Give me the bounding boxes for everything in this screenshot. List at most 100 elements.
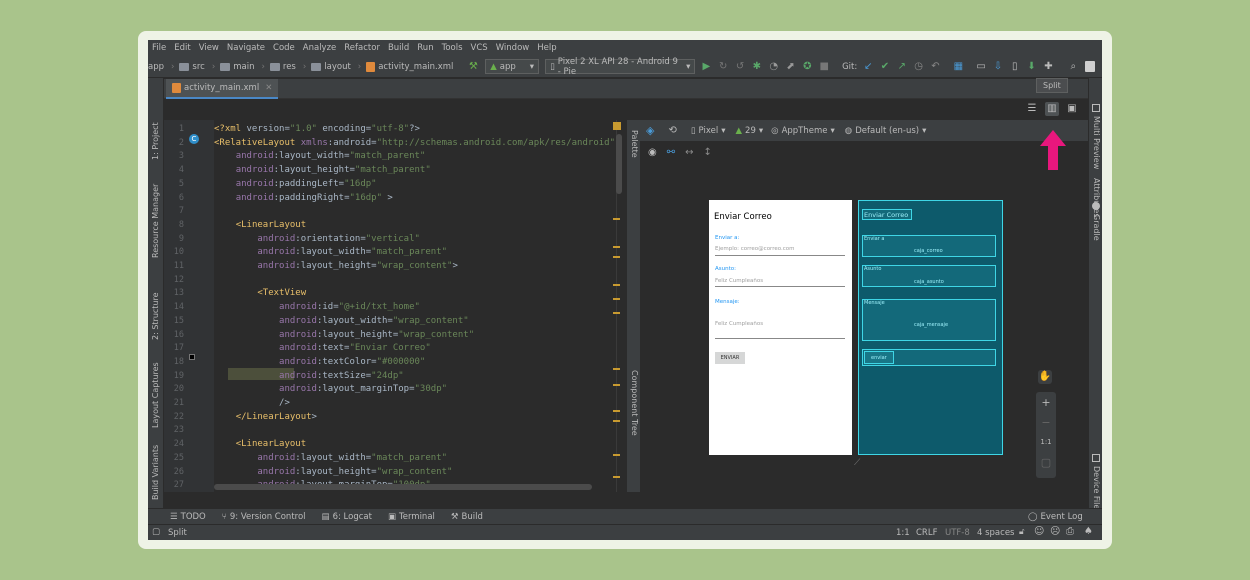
git-commit-icon[interactable]: ✔ bbox=[880, 61, 890, 72]
split-view-icon[interactable]: ▥ bbox=[1045, 102, 1059, 116]
build-variants-tool-tab[interactable]: Build Variants bbox=[151, 445, 160, 500]
todo-tool-tab[interactable]: ☰ TODO bbox=[170, 512, 206, 522]
assistant-icon[interactable]: ✚ bbox=[1044, 61, 1054, 72]
event-log-tool-tab[interactable]: ◯ Event Log bbox=[1028, 512, 1083, 522]
zoom-actual-size-button[interactable]: 1:1 bbox=[1036, 438, 1056, 446]
change-marker[interactable] bbox=[613, 284, 620, 286]
warning-marker[interactable] bbox=[613, 122, 621, 130]
editor-vertical-scrollbar[interactable] bbox=[613, 120, 626, 492]
menu-help[interactable]: Help bbox=[537, 43, 556, 53]
locale-dropdown[interactable]: Default (en-us) bbox=[855, 126, 919, 136]
change-marker[interactable] bbox=[613, 246, 620, 248]
avatar[interactable] bbox=[1085, 61, 1095, 72]
zoom-out-icon[interactable]: − bbox=[1036, 416, 1056, 429]
debug-icon[interactable]: ✱ bbox=[752, 61, 762, 72]
menu-file[interactable]: File bbox=[152, 43, 166, 53]
breadcrumb-res[interactable]: res bbox=[269, 62, 296, 72]
multi-preview-tool-tab[interactable]: Multi Preview bbox=[1092, 116, 1101, 169]
editor-horizontal-scrollbar[interactable] bbox=[214, 484, 592, 490]
blueprint-preview[interactable]: Enviar Correo Enviar a caja_correo Asunt… bbox=[858, 200, 1003, 455]
breadcrumb-file[interactable]: activity_main.xml bbox=[366, 61, 453, 72]
change-marker[interactable] bbox=[613, 420, 620, 422]
eye-icon[interactable]: ◉ bbox=[648, 147, 657, 158]
attach-debugger-icon[interactable]: ⬈ bbox=[786, 61, 796, 72]
change-marker[interactable] bbox=[613, 368, 620, 370]
menu-refactor[interactable]: Refactor bbox=[344, 43, 380, 53]
layout-captures-tool-tab[interactable]: Layout Captures bbox=[151, 362, 160, 428]
run-config-select[interactable]: ▲ app ▾ bbox=[485, 59, 540, 74]
close-icon[interactable]: ✕ bbox=[265, 83, 272, 93]
git-push-icon[interactable]: ↗ bbox=[897, 61, 907, 72]
magnet-icon[interactable]: ⚯ bbox=[667, 147, 675, 158]
terminal-tool-tab[interactable]: ▣ Terminal bbox=[388, 512, 435, 522]
scroll-thumb[interactable] bbox=[616, 134, 622, 194]
design-view-icon[interactable]: ▣ bbox=[1065, 102, 1079, 116]
change-marker[interactable] bbox=[613, 218, 620, 220]
palette-tool-tab[interactable]: Palette bbox=[630, 130, 639, 158]
zoom-fit-icon[interactable]: ▢ bbox=[1036, 456, 1056, 469]
horizontal-guide-icon[interactable]: ↔ bbox=[685, 147, 693, 158]
vertical-guide-icon[interactable]: ↕ bbox=[704, 147, 712, 158]
change-marker[interactable] bbox=[613, 410, 620, 412]
menu-run[interactable]: Run bbox=[417, 43, 433, 53]
class-icon[interactable]: C bbox=[189, 134, 199, 144]
menu-edit[interactable]: Edit bbox=[174, 43, 190, 53]
structure-tool-tab[interactable]: 2: Structure bbox=[151, 292, 160, 340]
resource-manager-tool-tab[interactable]: Resource Manager bbox=[151, 184, 160, 258]
indent-setting[interactable]: 4 spaces bbox=[977, 528, 1014, 538]
file-encoding[interactable]: UTF-8 bbox=[945, 528, 970, 538]
change-marker[interactable] bbox=[613, 256, 620, 258]
component-tree-tool-tab[interactable]: Component Tree bbox=[630, 370, 639, 436]
orientation-icon[interactable]: ⟲ bbox=[668, 125, 676, 136]
history-icon[interactable]: ◷ bbox=[914, 61, 924, 72]
avd-manager-icon[interactable]: ▯ bbox=[1010, 61, 1020, 72]
design-preview[interactable]: Enviar Correo Enviar a: Ejemplo: correo@… bbox=[709, 200, 852, 455]
version-control-tool-tab[interactable]: ⑂ 9: Version Control bbox=[222, 512, 306, 522]
theme-dropdown[interactable]: AppTheme bbox=[782, 126, 828, 136]
build-tool-tab[interactable]: ⚒ Build bbox=[451, 512, 483, 522]
attributes-tool-tab[interactable]: Attributes bbox=[1092, 178, 1101, 218]
git-update-icon[interactable]: ↙ bbox=[863, 61, 873, 72]
change-marker[interactable] bbox=[613, 384, 620, 386]
hammer-icon[interactable]: ⚒ bbox=[468, 61, 478, 72]
run-icon[interactable]: ▶ bbox=[701, 61, 711, 72]
printer-icon[interactable]: ⎙ bbox=[1066, 526, 1074, 537]
menu-navigate[interactable]: Navigate bbox=[227, 43, 265, 53]
menu-tools[interactable]: Tools bbox=[442, 43, 463, 53]
code-editor[interactable]: C 1 <?xml version="1.0" encoding="utf-8"?… bbox=[164, 120, 626, 492]
profile-icon[interactable]: ◔ bbox=[769, 61, 779, 72]
smile-icon[interactable]: ☺ bbox=[1034, 526, 1044, 537]
apply-changes-icon[interactable]: ↻ bbox=[718, 61, 728, 72]
menu-build[interactable]: Build bbox=[388, 43, 409, 53]
project-tool-tab[interactable]: 1: Project bbox=[151, 122, 160, 160]
sync-gradle-icon[interactable]: ⇩ bbox=[993, 61, 1003, 72]
search-icon[interactable]: ⌕ bbox=[1068, 61, 1078, 72]
api-dropdown[interactable]: 29 bbox=[745, 126, 756, 136]
instant-run-icon[interactable]: ✪ bbox=[802, 61, 812, 72]
menu-window[interactable]: Window bbox=[496, 43, 530, 53]
menu-vcs[interactable]: VCS bbox=[471, 43, 488, 53]
frown-icon[interactable]: ☹ bbox=[1050, 526, 1060, 537]
project-structure-icon[interactable]: ▦ bbox=[953, 61, 963, 72]
notifications-icon[interactable]: ♠ bbox=[1084, 526, 1093, 537]
device-select[interactable]: ▯ Pixel 2 XL API 28 - Android 9 - Pie ▾ bbox=[545, 57, 696, 77]
breadcrumb-layout[interactable]: layout bbox=[311, 62, 351, 72]
line-separator[interactable]: CRLF bbox=[916, 528, 937, 538]
change-marker[interactable] bbox=[613, 298, 620, 300]
menu-code[interactable]: Code bbox=[273, 43, 295, 53]
menu-analyze[interactable]: Analyze bbox=[303, 43, 337, 53]
lock-icon[interactable]: 🔓︎ bbox=[1019, 527, 1025, 537]
change-marker[interactable] bbox=[613, 454, 620, 456]
layout-inspector-icon[interactable]: ▭ bbox=[976, 61, 986, 72]
stop-icon[interactable]: ■ bbox=[819, 61, 829, 72]
layers-icon[interactable]: ◈ bbox=[646, 124, 654, 137]
window-icon[interactable]: ▢ bbox=[152, 527, 160, 537]
change-marker[interactable] bbox=[613, 312, 620, 314]
rollback-icon[interactable]: ↶ bbox=[931, 61, 941, 72]
breadcrumb-app[interactable]: app bbox=[148, 62, 164, 72]
code-view-icon[interactable]: ☰ bbox=[1025, 102, 1039, 116]
gradle-tool-tab[interactable]: Gradle bbox=[1092, 214, 1101, 241]
cursor-position[interactable]: 1:1 bbox=[896, 528, 910, 538]
apply-code-icon[interactable]: ↺ bbox=[735, 61, 745, 72]
zoom-in-icon[interactable]: + bbox=[1036, 396, 1056, 409]
